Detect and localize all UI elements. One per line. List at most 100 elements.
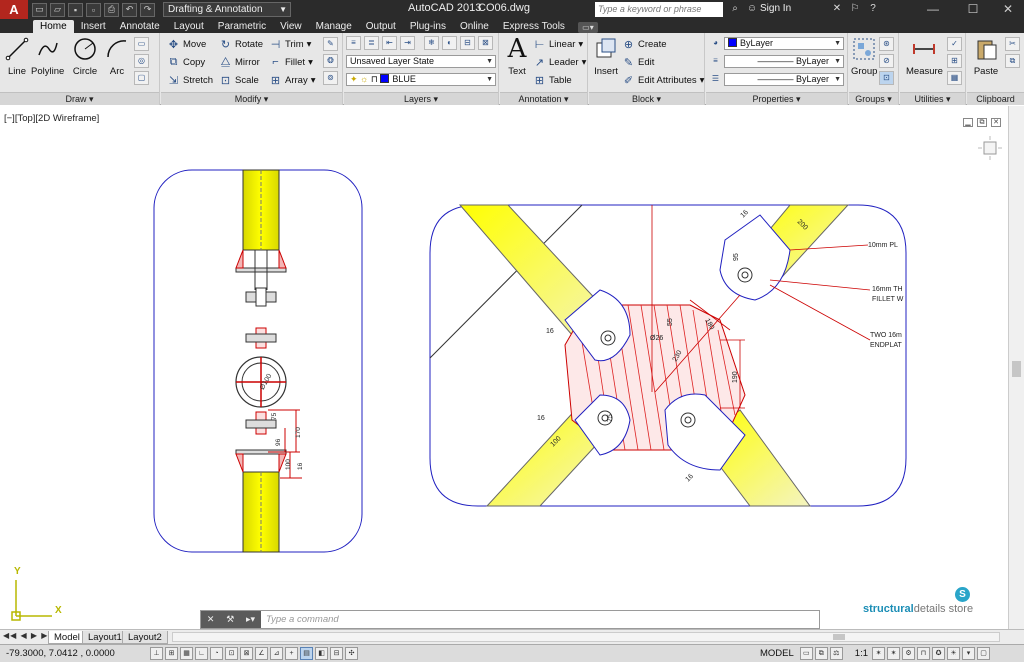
tab-online[interactable]: Online (453, 20, 496, 33)
layer-lock-icon[interactable]: ⊟ (460, 36, 475, 50)
vertical-scrollbar[interactable] (1008, 106, 1024, 629)
layer-state-dropdown[interactable]: Unsaved Layer State ▼ (346, 55, 496, 68)
lock-ui-icon[interactable]: ⊓ (917, 647, 931, 660)
infer-constraints-icon[interactable]: ⊥ (150, 647, 163, 660)
open-icon[interactable]: ▱ (50, 2, 65, 17)
quick-select-icon[interactable]: ✓ (947, 37, 962, 51)
scale-button[interactable]: ⊡ Scale (219, 72, 259, 88)
command-input[interactable]: Type a command (266, 614, 339, 625)
maximize-icon[interactable]: ☐ (955, 0, 991, 19)
tab-layout1[interactable]: Layout1 (82, 631, 128, 644)
viewport-controls-label[interactable]: [−][Top][2D Wireframe] (4, 113, 99, 124)
color-dropdown[interactable]: ByLayer ▼ (724, 37, 844, 50)
block-panel-title[interactable]: Block ▾ (589, 92, 704, 105)
wrench-icon[interactable]: ⚒ (226, 614, 234, 625)
workspace-switching-icon[interactable]: ⚙ (902, 647, 916, 660)
sign-in-button[interactable]: Sign In (760, 3, 791, 14)
select-all-icon[interactable]: ⊞ (947, 54, 962, 68)
workspace-dropdown[interactable]: Drafting & Annotation ▼ (163, 2, 291, 17)
edit-attributes-button[interactable]: ✐ Edit Attributes ▾ (622, 72, 705, 88)
layer-dropdown[interactable]: ✦ ☼ ⊓ BLUE ▼ (346, 73, 496, 86)
viewport-restore-icon[interactable]: ⧉ (977, 118, 987, 127)
clean-screen-icon[interactable]: ▢ (977, 647, 991, 660)
tab-annotate[interactable]: Annotate (113, 20, 167, 33)
match-properties-icon[interactable]: ◕ (708, 37, 723, 51)
array-button[interactable]: ⊞ Array ▾ (269, 72, 316, 88)
ducs-icon[interactable]: ⊿ (270, 647, 283, 660)
network-icon[interactable]: ⚐ (848, 3, 862, 16)
saveas-icon[interactable]: ▫ (86, 2, 101, 17)
edit-block-button[interactable]: ✎ Edit (622, 54, 654, 70)
viewcube-icon[interactable] (978, 136, 1002, 160)
lineweight-icon[interactable]: ≡ (708, 55, 723, 69)
line-button[interactable]: Line (4, 36, 30, 77)
hardware-acceleration-icon[interactable]: ✪ (932, 647, 946, 660)
object-snap-tracking-icon[interactable]: ∠ (255, 647, 268, 660)
grid-display-icon[interactable]: ▦ (180, 647, 193, 660)
clipboard-panel-title[interactable]: Clipboard (967, 92, 1024, 105)
move-button[interactable]: ✥ Move (167, 36, 206, 52)
model-space-indicator[interactable]: MODEL (760, 648, 794, 659)
circle-button[interactable]: Circle (72, 36, 98, 77)
explode-icon[interactable]: ❂ (323, 54, 338, 68)
search-input[interactable]: Type a keyword or phrase (595, 2, 723, 17)
properties-panel-title[interactable]: Properties ▾ (706, 92, 847, 105)
tab-express-tools[interactable]: Express Tools (496, 20, 572, 33)
vertical-scroll-thumb[interactable] (1012, 361, 1021, 377)
hatch-icon[interactable]: ◎ (134, 54, 149, 68)
annotation-scale-value[interactable]: 1:1 (855, 648, 868, 659)
horizontal-scroll-thumb[interactable] (833, 634, 845, 640)
paste-button[interactable]: Paste (973, 36, 999, 77)
rotate-button[interactable]: ↻ Rotate (219, 36, 263, 52)
measure-button[interactable]: Measure (906, 36, 943, 77)
annotation-visibility-icon[interactable]: ✶ (872, 647, 886, 660)
tab-plug-ins[interactable]: Plug-ins (403, 20, 453, 33)
create-block-button[interactable]: ⊕ Create (622, 36, 667, 52)
utilities-panel-title[interactable]: Utilities ▾ (900, 92, 965, 105)
command-prompt-icon[interactable]: ▸▾ (246, 614, 255, 625)
group-selection-icon[interactable]: ⊡ (879, 71, 894, 85)
copy-clip-icon[interactable]: ⧉ (1005, 54, 1020, 68)
isolate-objects-icon[interactable]: ☀ (947, 647, 961, 660)
layer-previous-icon[interactable]: ⇤ (382, 36, 397, 50)
selection-cycling-icon[interactable]: ✣ (345, 647, 358, 660)
polar-tracking-icon[interactable]: ◔ (210, 647, 223, 660)
ribbon-toggle-icon[interactable]: ▭▾ (577, 22, 598, 33)
tab-output[interactable]: Output (359, 20, 403, 33)
linetype-dropdown[interactable]: ———— ByLayer ▼ (724, 55, 844, 68)
cut-icon[interactable]: ✂ (1005, 37, 1020, 51)
user-icon[interactable]: ☺ (745, 3, 759, 16)
tab-parametric[interactable]: Parametric (211, 20, 273, 33)
ortho-mode-icon[interactable]: ∟ (195, 647, 208, 660)
polyline-button[interactable]: Polyline (31, 36, 64, 77)
layer-off-icon[interactable]: ◐ (442, 36, 457, 50)
exchange-icon[interactable]: ✕ (830, 3, 844, 16)
layers-panel-title[interactable]: Layers ▾ (344, 92, 498, 105)
layer-walk-icon[interactable]: ⊠ (478, 36, 493, 50)
redo-icon[interactable]: ↷ (140, 2, 155, 17)
quick-view-layouts-icon[interactable]: ▭ (799, 647, 813, 660)
snap-mode-icon[interactable]: ⊞ (165, 647, 178, 660)
tab-layout[interactable]: Layout (167, 20, 211, 33)
save-icon[interactable]: ▪ (68, 2, 83, 17)
group-button[interactable]: Group (851, 36, 877, 77)
fillet-button[interactable]: ⌐ Fillet ▾ (269, 54, 313, 70)
tab-model[interactable]: Model (48, 631, 86, 644)
status-menu-icon[interactable]: ▾ (962, 647, 976, 660)
binoculars-icon[interactable]: ⌕ (728, 3, 742, 16)
new-icon[interactable]: ▭ (32, 2, 47, 17)
insert-button[interactable]: Insert (593, 36, 619, 77)
erase-icon[interactable]: ✎ (323, 37, 338, 51)
undo-icon[interactable]: ↶ (122, 2, 137, 17)
text-button[interactable]: A Text (504, 34, 530, 77)
draw-panel-title[interactable]: Draw ▾ (0, 92, 159, 105)
help-icon[interactable]: ? (866, 3, 880, 16)
viewport-close-icon[interactable]: ✕ (991, 118, 1001, 127)
modify-panel-title[interactable]: Modify ▾ (161, 92, 342, 105)
tab-view[interactable]: View (273, 20, 309, 33)
leader-button[interactable]: ↗ Leader ▾ (533, 54, 586, 70)
arc-button[interactable]: Arc (104, 36, 130, 77)
dynamic-input-icon[interactable]: + (285, 647, 298, 660)
quick-view-drawings-icon[interactable]: ⧉ (814, 647, 828, 660)
tab-layout2[interactable]: Layout2 (122, 631, 168, 644)
